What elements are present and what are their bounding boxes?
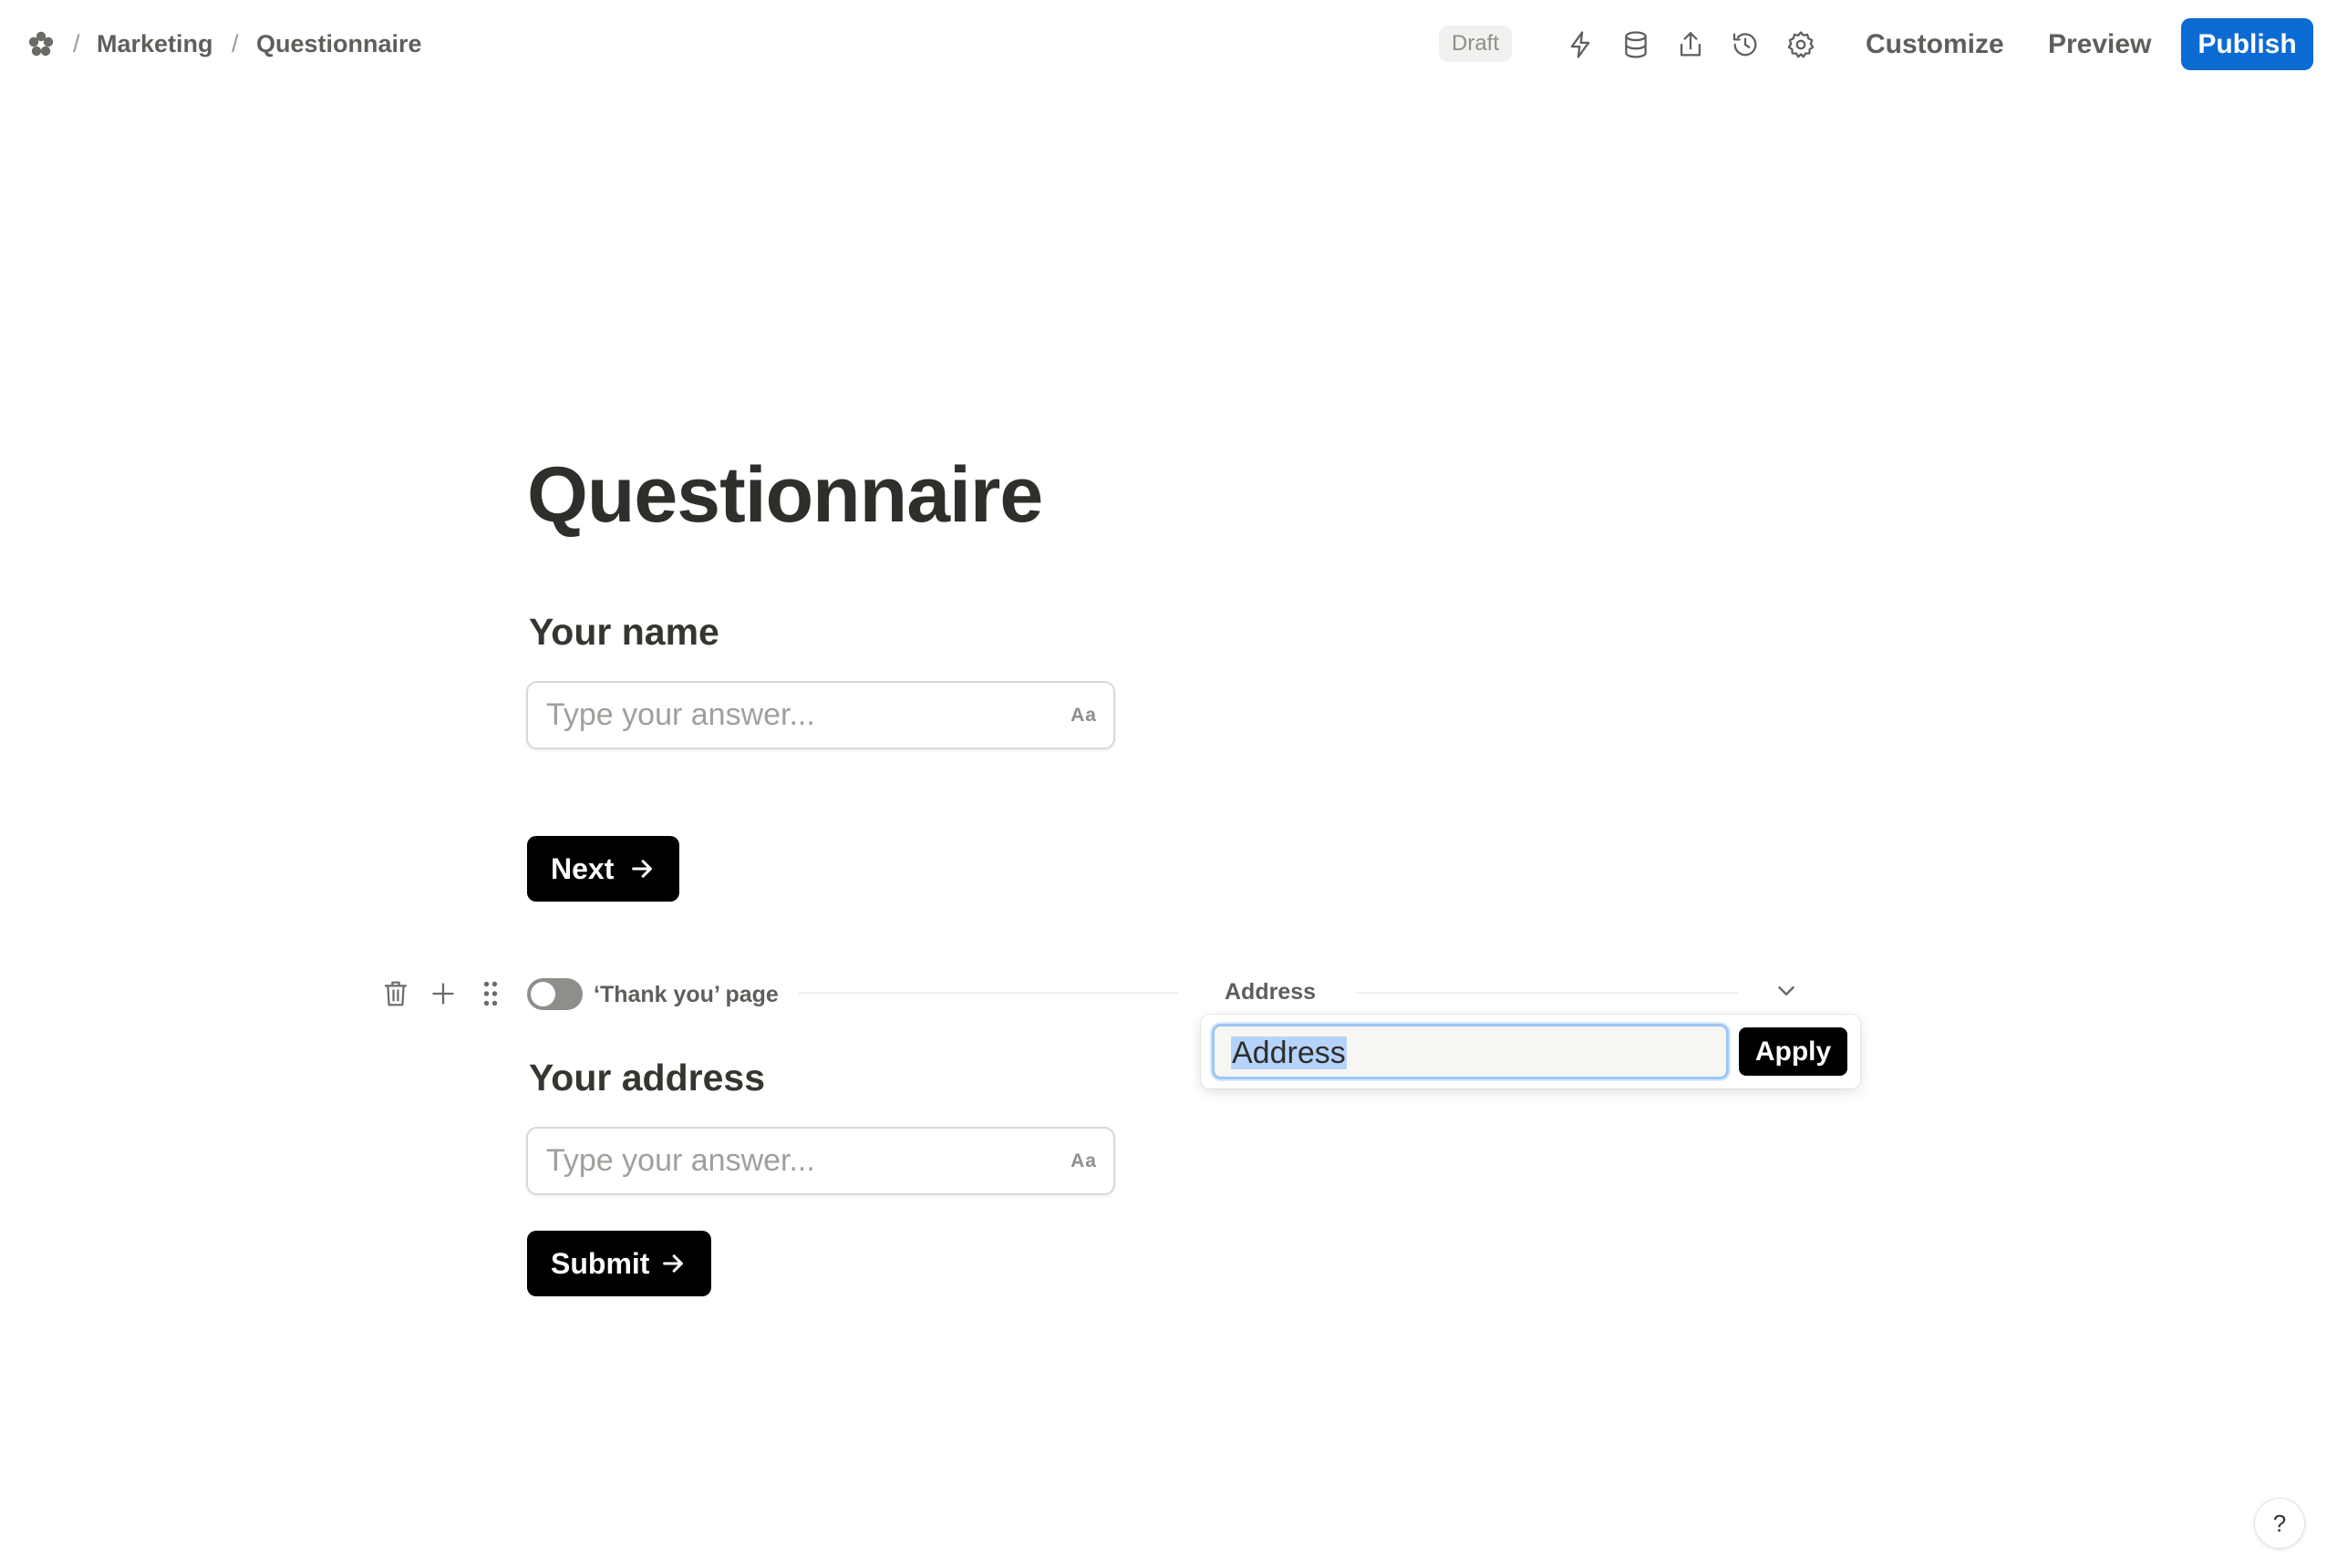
form-title[interactable]: Questionnaire <box>527 445 1043 545</box>
submit-button[interactable]: Submit <box>527 1231 711 1296</box>
branch-page-label[interactable]: Address <box>1225 975 1316 1008</box>
next-button[interactable]: Next <box>527 836 679 902</box>
share-icon[interactable] <box>1671 26 1710 64</box>
database-icon[interactable] <box>1617 26 1655 64</box>
thank-you-page-toggle[interactable] <box>527 978 583 1010</box>
divider-line <box>799 992 1178 994</box>
breadcrumb-marketing[interactable]: Marketing <box>97 27 213 60</box>
breadcrumb-separator: / <box>73 30 80 57</box>
apply-button[interactable]: Apply <box>1739 1027 1847 1076</box>
rename-input[interactable]: Address <box>1212 1024 1729 1079</box>
toggle-knob <box>531 982 555 1006</box>
submit-button-label: Submit <box>551 1247 650 1280</box>
next-button-label: Next <box>551 852 615 885</box>
divider-line <box>1357 992 1738 994</box>
settings-icon[interactable] <box>1782 26 1820 64</box>
question-label-address[interactable]: Your address <box>529 1054 765 1101</box>
text-type-icon: Aa <box>1070 1150 1097 1171</box>
breadcrumb-questionnaire[interactable]: Questionnaire <box>256 27 422 60</box>
rename-input-value: Address <box>1231 1036 1347 1070</box>
arrow-right-icon <box>632 860 652 878</box>
top-bar: / Marketing / Questionnaire Draft Custom… <box>0 0 2327 89</box>
answer-placeholder: Type your answer... <box>546 1143 815 1178</box>
customize-button[interactable]: Customize <box>1855 24 2015 66</box>
rename-popover: Address Apply <box>1201 1015 1860 1088</box>
help-button[interactable]: ? <box>2254 1498 2305 1549</box>
answer-placeholder: Type your answer... <box>546 697 815 732</box>
address-answer-field[interactable]: Type your answer... Aa <box>526 1127 1115 1195</box>
chevron-down-icon[interactable] <box>1773 977 1800 1005</box>
thank-you-page-label: ‘Thank you’ page <box>594 982 779 1007</box>
text-type-icon: Aa <box>1070 705 1097 726</box>
trash-icon[interactable] <box>380 978 411 1009</box>
workspace-logo-icon[interactable] <box>26 28 57 59</box>
arrow-right-icon <box>663 1254 683 1273</box>
preview-button[interactable]: Preview <box>2037 24 2162 66</box>
history-icon[interactable] <box>1726 26 1764 64</box>
lightning-icon[interactable] <box>1561 26 1599 64</box>
drag-handle-icon[interactable] <box>475 978 506 1009</box>
status-badge: Draft <box>1439 26 1513 62</box>
name-answer-field[interactable]: Type your answer... Aa <box>526 681 1115 749</box>
question-label-name[interactable]: Your name <box>529 608 719 655</box>
plus-icon[interactable] <box>428 978 459 1009</box>
publish-button[interactable]: Publish <box>2181 18 2313 70</box>
breadcrumb-separator: / <box>232 30 239 57</box>
